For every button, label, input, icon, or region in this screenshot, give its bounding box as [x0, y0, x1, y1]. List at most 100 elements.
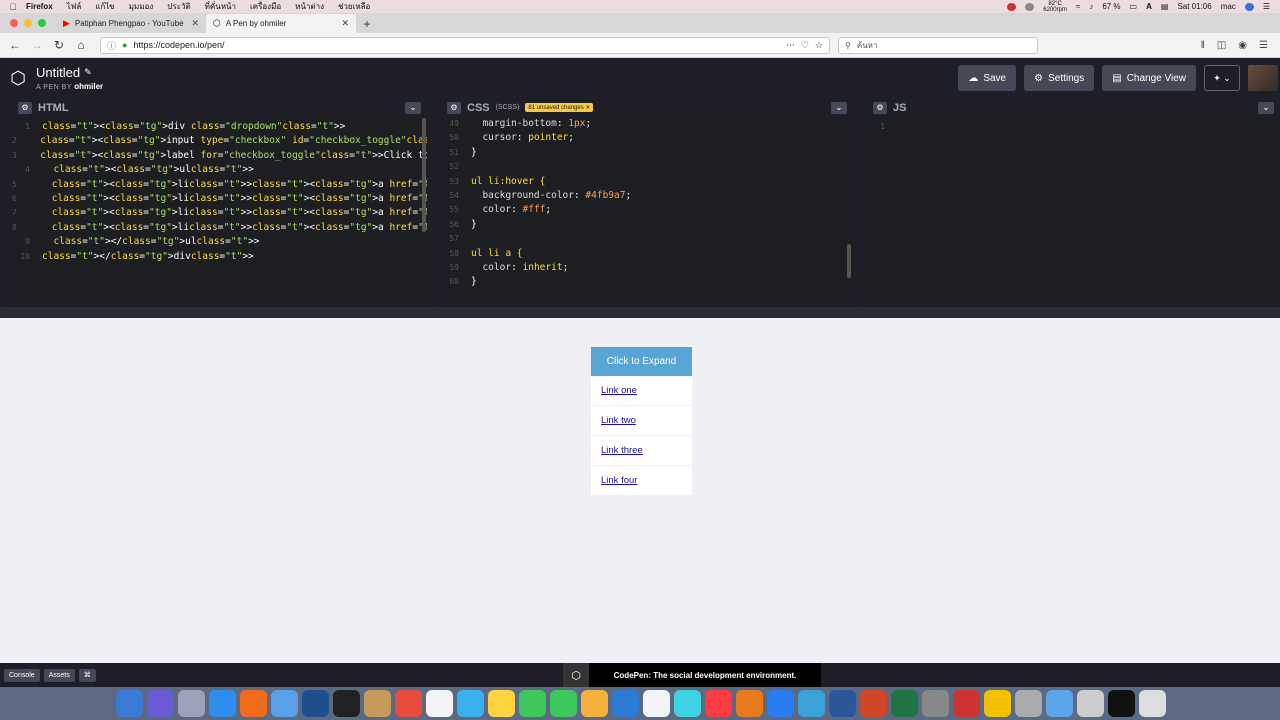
html-editor[interactable]: ⚙ HTML ⌄ 1 class="t"><class="tg">div clas…: [12, 98, 427, 307]
js-editor[interactable]: ⚙ JS ⌄ 1: [867, 98, 1280, 307]
code-text[interactable]: [891, 120, 897, 134]
list-item[interactable]: Link two: [591, 406, 692, 436]
pen-author-name[interactable]: ohmiler: [74, 82, 103, 91]
search-bar[interactable]: ⚲ ค้นหา: [838, 36, 1038, 54]
code-line[interactable]: 53 ul li:hover {: [441, 175, 853, 189]
dock-app-icon[interactable]: [829, 690, 856, 717]
wifi-icon[interactable]: ≈: [1076, 2, 1080, 11]
expand-toggle[interactable]: Click to Expand: [591, 347, 692, 376]
list-item[interactable]: Link three: [591, 436, 692, 466]
tab-codepen[interactable]: ⬡ A Pen by ohmiler ✕: [206, 14, 356, 33]
code-text[interactable]: class="t"><class="tg">input type="checkb…: [23, 134, 427, 148]
code-text[interactable]: ul li a {: [465, 247, 522, 261]
code-line[interactable]: 8 class="t"><class="tg">liclass="t">>cla…: [12, 221, 427, 235]
code-line[interactable]: 57: [441, 232, 853, 246]
js-code-area[interactable]: 1: [867, 117, 1280, 307]
link-three[interactable]: Link three: [601, 445, 643, 456]
menu-firefox[interactable]: Firefox: [26, 2, 53, 11]
tab-youtube[interactable]: ▶ Patiphan Phengpao - YouTube ✕: [56, 14, 206, 33]
dock-app-icon[interactable]: [1139, 690, 1166, 717]
code-text[interactable]: color: #fff;: [465, 203, 551, 217]
pin-menu-button[interactable]: ✦ ⌄: [1204, 65, 1240, 91]
code-text[interactable]: class="t"><class="tg">liclass="t">>class…: [23, 192, 427, 206]
dock-app-icon[interactable]: [178, 690, 205, 717]
dock-app-icon[interactable]: [612, 690, 639, 717]
code-line[interactable]: 59 color: inherit;: [441, 261, 853, 275]
close-tab-icon[interactable]: ✕: [191, 18, 199, 29]
avatar[interactable]: [1248, 65, 1278, 91]
settings-button[interactable]: ⚙ Settings: [1024, 65, 1095, 91]
info-icon[interactable]: ⓘ: [107, 39, 116, 52]
dock-app-icon[interactable]: [1077, 690, 1104, 717]
code-line[interactable]: 4 class="t"><class="tg">ulclass="t">>: [12, 163, 427, 177]
code-text[interactable]: [465, 232, 471, 246]
code-line[interactable]: 60}: [441, 275, 853, 289]
change-view-button[interactable]: ▤ Change View: [1102, 65, 1196, 91]
record-icon[interactable]: [1007, 2, 1017, 11]
code-line[interactable]: 50 cursor: pointer;: [441, 131, 853, 145]
code-line[interactable]: 2 class="t"><class="tg">input type="chec…: [12, 134, 427, 148]
forward-icon[interactable]: →: [26, 38, 48, 52]
display-icon[interactable]: ▤: [1161, 2, 1169, 11]
volume-icon[interactable]: ♪: [1089, 2, 1093, 11]
code-text[interactable]: class="t"></class="tg">divclass="t">>: [36, 250, 254, 264]
css-code-area[interactable]: 49 margin-bottom: 1px; 50 cursor: pointer…: [441, 117, 853, 307]
edit-pencil-icon[interactable]: ✎: [84, 67, 92, 78]
dock-app-icon[interactable]: [1108, 690, 1135, 717]
code-line[interactable]: 10 class="t"></class="tg">divclass="t">>: [12, 250, 427, 264]
list-item[interactable]: Link four: [591, 466, 692, 496]
code-text[interactable]: class="t"><class="tg">ulclass="t">>: [36, 163, 253, 177]
code-text[interactable]: color: inherit;: [465, 261, 568, 275]
code-text[interactable]: class="t"><class="tg">liclass="t">>class…: [23, 221, 427, 235]
dock-app-icon[interactable]: [674, 690, 701, 717]
code-text[interactable]: cursor: pointer;: [465, 131, 574, 145]
code-line[interactable]: 58 ul li a {: [441, 247, 853, 261]
dock-app-icon[interactable]: [116, 690, 143, 717]
js-settings-icon[interactable]: ⚙: [873, 101, 887, 114]
html-code-area[interactable]: 1 class="t"><class="tg">div class="dropdo…: [12, 117, 427, 307]
dock-app-icon[interactable]: [1015, 690, 1042, 717]
bookmark-star-icon[interactable]: ☆: [815, 40, 823, 51]
dock-app-icon[interactable]: [426, 690, 453, 717]
menu-window[interactable]: หน้าต่าง: [295, 0, 324, 13]
code-line[interactable]: 1: [867, 120, 1280, 134]
css-editor[interactable]: ⚙ CSS (SCSS) 81 unsaved changes ✕ ⌄ 49 m…: [441, 98, 853, 307]
code-line[interactable]: 9 class="t"></class="tg">ulclass="t">>: [12, 235, 427, 249]
sensor-icon[interactable]: [1025, 2, 1035, 11]
menu-help[interactable]: ช่วยเหลือ: [338, 0, 370, 13]
menu-view[interactable]: มุมมอง: [129, 0, 154, 13]
menu-icon[interactable]: ☰: [1259, 40, 1268, 51]
minimize-window-button[interactable]: [24, 19, 32, 27]
codepen-logo-icon[interactable]: ⬡: [0, 58, 36, 98]
dock-app-icon[interactable]: [519, 690, 546, 717]
pocket-icon[interactable]: ♡: [801, 40, 809, 51]
dock-app-icon[interactable]: [240, 690, 267, 717]
code-text[interactable]: class="t"><class="tg">liclass="t">>class…: [23, 206, 427, 220]
menu-tools[interactable]: เครื่องมือ: [250, 0, 281, 13]
code-text[interactable]: ul li:hover {: [465, 175, 545, 189]
console-button[interactable]: Console: [4, 668, 40, 682]
new-tab-button[interactable]: +: [356, 14, 378, 33]
dock-app-icon[interactable]: [550, 690, 577, 717]
temp-readout[interactable]: 82°C 6200rpm: [1043, 1, 1067, 13]
code-line[interactable]: 55 color: #fff;: [441, 203, 853, 217]
scrollbar[interactable]: [847, 244, 851, 278]
library-icon[interactable]: ‖: [1201, 40, 1205, 51]
dock-app-icon[interactable]: [302, 690, 329, 717]
code-text[interactable]: class="t"><class="tg">div class="dropdow…: [36, 120, 345, 134]
save-button[interactable]: ☁ Save: [958, 65, 1017, 91]
menu-bookmarks[interactable]: ที่คั่นหน้า: [205, 0, 236, 13]
dock-app-icon[interactable]: [364, 690, 391, 717]
notification-center-icon[interactable]: ☰: [1263, 2, 1270, 11]
dock-app-icon[interactable]: [581, 690, 608, 717]
input-source-icon[interactable]: A: [1146, 2, 1152, 11]
code-line[interactable]: 7 class="t"><class="tg">liclass="t">>cla…: [12, 206, 427, 220]
url-text[interactable]: https://codepen.io/pen/: [133, 40, 224, 50]
code-line[interactable]: 51}: [441, 146, 853, 160]
dock-app-icon[interactable]: [922, 690, 949, 717]
code-line[interactable]: 49 margin-bottom: 1px;: [441, 117, 853, 131]
dock-app-icon[interactable]: [271, 690, 298, 717]
code-text[interactable]: class="t"></class="tg">ulclass="t">>: [36, 235, 259, 249]
code-line[interactable]: 5 class="t"><class="tg">liclass="t">>cla…: [12, 178, 427, 192]
clock[interactable]: Sat 01:06: [1177, 2, 1211, 11]
